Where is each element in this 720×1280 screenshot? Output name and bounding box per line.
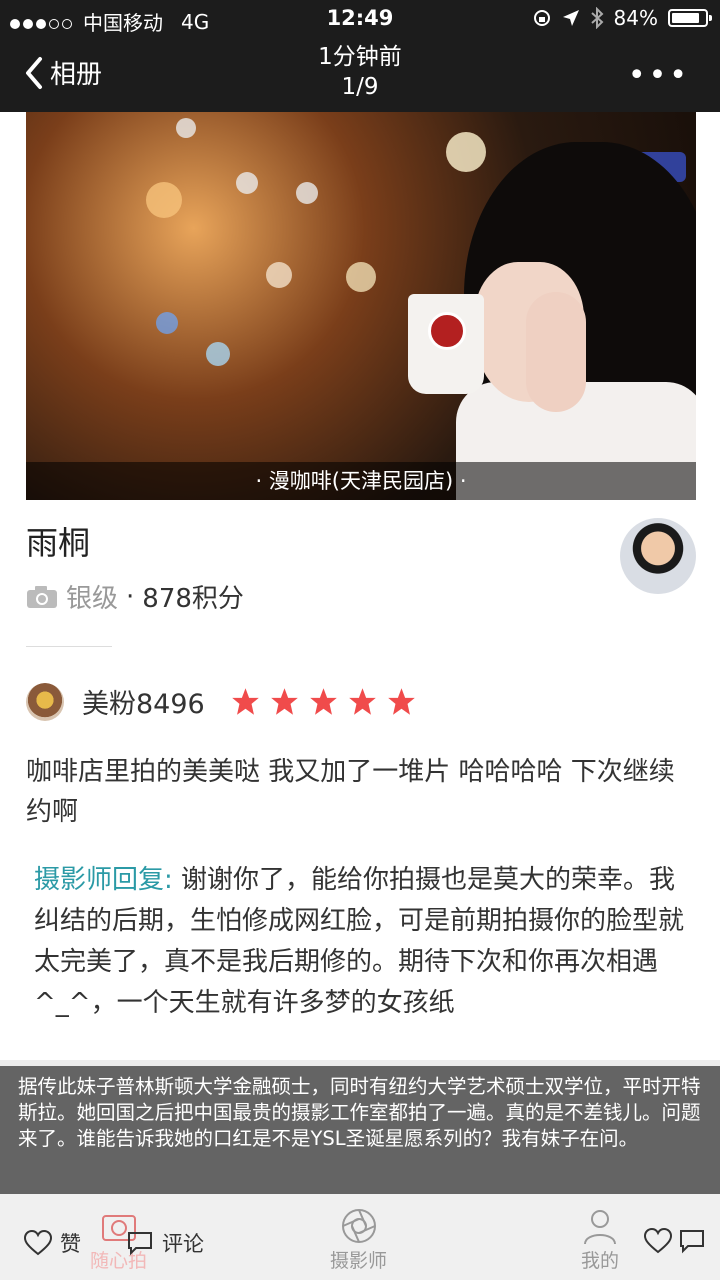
crystal (176, 118, 196, 138)
bokeh-light (446, 132, 486, 172)
points-label: 878积分 (142, 584, 244, 614)
level-separator: · (126, 581, 135, 612)
star-icon (387, 688, 415, 715)
reply-label: 摄影师回复: (34, 865, 173, 895)
star-icon (270, 688, 298, 715)
bokeh-light (146, 182, 182, 218)
star-icon (348, 688, 376, 715)
star-icon (231, 688, 259, 715)
bokeh-light (346, 262, 376, 292)
nav-title: 1分钟前 1/9 (0, 42, 720, 102)
comment-icon (128, 1232, 152, 1256)
bokeh-light (156, 312, 178, 334)
nav-time: 1分钟前 (318, 44, 402, 70)
like-icon-button[interactable] (644, 1228, 672, 1254)
photographer-avatar[interactable] (620, 518, 696, 594)
reviewer-name: 美粉8496 (82, 689, 205, 720)
comment-label: 评论 (162, 1232, 204, 1256)
rating-stars (231, 687, 416, 716)
review-header: 美粉8496 (26, 682, 416, 721)
heart-icon (644, 1228, 672, 1254)
more-dots-icon: ••• (627, 58, 690, 93)
bluetooth-icon (590, 7, 603, 29)
photo-subject-hand (526, 292, 586, 412)
level-label: 银级 (66, 584, 119, 614)
like-label: 赞 (60, 1232, 81, 1256)
cup-logo (428, 312, 466, 350)
bottom-action-bar: 赞 评论 (0, 1194, 720, 1280)
navigation-bar: 相册 1分钟前 1/9 ••• (0, 36, 720, 112)
location-caption: · 漫咖啡(天津民园店) · (26, 462, 696, 500)
status-bar: 中国移动 4G 12:49 84% (0, 0, 720, 36)
comment-icon (680, 1230, 704, 1254)
heart-icon (24, 1230, 52, 1256)
camera-icon (27, 585, 57, 608)
more-button[interactable]: ••• (628, 58, 690, 93)
reviewer-avatar[interactable] (26, 682, 64, 721)
battery-icon (668, 9, 712, 27)
star-icon (309, 688, 337, 715)
crystal (236, 172, 258, 194)
location-icon (562, 10, 579, 26)
crystal (266, 262, 292, 288)
bokeh-light (206, 342, 230, 366)
review-text: 咖啡店里拍的美美哒 我又加了一堆片 哈哈哈哈 下次继续约啊 (26, 757, 675, 827)
comment-icon-button[interactable] (678, 1228, 706, 1254)
main-photo[interactable]: · 漫咖啡(天津民园店) · (26, 112, 696, 500)
comment-button[interactable]: 评论 (126, 1228, 204, 1258)
photographer-reply: 摄影师回复: 谢谢你了，能给你拍摄也是莫大的荣幸。我纠结的后期，生怕修成网红脸，… (34, 860, 686, 1024)
model-name: 雨桐 (26, 524, 91, 562)
status-right: 84% (532, 6, 712, 30)
battery-percent: 84% (613, 6, 658, 30)
photo-counter: 1/9 (341, 74, 379, 100)
crystal (296, 182, 318, 204)
divider (26, 646, 112, 647)
like-button[interactable]: 赞 (24, 1228, 81, 1258)
photo-description-overlay: 据传此妹子普林斯顿大学金融硕士，同时有纽约大学艺术硕士双学位，平时开特斯拉。她回… (0, 1066, 720, 1194)
author-level-row: 银级 · 878积分 (26, 578, 244, 615)
orientation-lock-icon (533, 10, 550, 26)
